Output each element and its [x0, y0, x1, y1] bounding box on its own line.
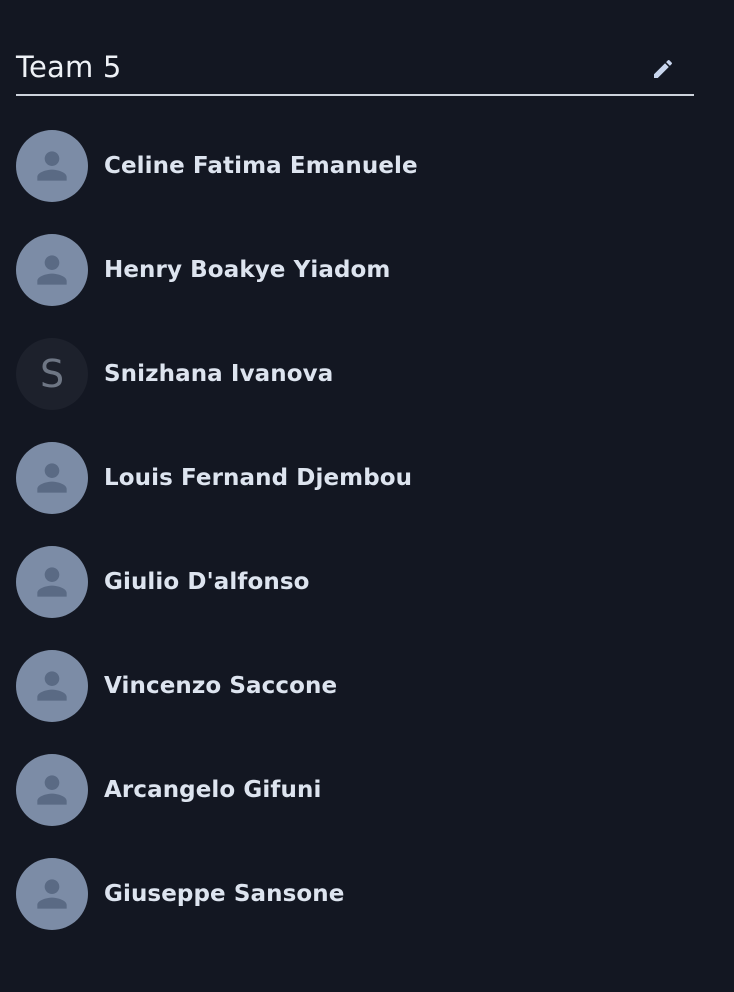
avatar	[16, 130, 88, 202]
list-item[interactable]: Giulio D'alfonso	[16, 546, 694, 618]
person-icon	[37, 151, 67, 181]
avatar	[16, 650, 88, 722]
list-item[interactable]: Louis Fernand Djembou	[16, 442, 694, 514]
list-item[interactable]: Giuseppe Sansone	[16, 858, 694, 930]
member-name: Louis Fernand Djembou	[104, 465, 413, 491]
list-item[interactable]: Arcangelo Gifuni	[16, 754, 694, 826]
team-panel: Team 5 Celine Fatima Emanuele Henry Boak…	[16, 0, 694, 930]
member-name: Vincenzo Saccone	[104, 673, 338, 699]
avatar-initial: S	[39, 352, 65, 396]
member-name: Arcangelo Gifuni	[104, 777, 322, 803]
list-item[interactable]: S Snizhana Ivanova	[16, 338, 694, 410]
avatar	[16, 234, 88, 306]
list-item[interactable]: Henry Boakye Yiadom	[16, 234, 694, 306]
avatar: S	[16, 338, 88, 410]
list-item[interactable]: Celine Fatima Emanuele	[16, 130, 694, 202]
team-header: Team 5	[16, 0, 694, 96]
list-item[interactable]: Vincenzo Saccone	[16, 650, 694, 722]
member-name: Giulio D'alfonso	[104, 569, 310, 595]
person-icon	[37, 879, 67, 909]
member-name: Snizhana Ivanova	[104, 361, 334, 387]
person-icon	[37, 775, 67, 805]
person-icon	[37, 567, 67, 597]
edit-team-button[interactable]	[650, 56, 676, 82]
member-name: Giuseppe Sansone	[104, 881, 345, 907]
avatar	[16, 754, 88, 826]
avatar	[16, 442, 88, 514]
person-icon	[37, 255, 67, 285]
team-name[interactable]: Team 5	[16, 48, 122, 86]
member-name: Celine Fatima Emanuele	[104, 153, 418, 179]
avatar	[16, 858, 88, 930]
pencil-icon	[654, 59, 673, 78]
person-icon	[37, 671, 67, 701]
person-icon	[37, 463, 67, 493]
member-name: Henry Boakye Yiadom	[104, 257, 391, 283]
member-list: Celine Fatima Emanuele Henry Boakye Yiad…	[16, 130, 694, 962]
avatar	[16, 546, 88, 618]
